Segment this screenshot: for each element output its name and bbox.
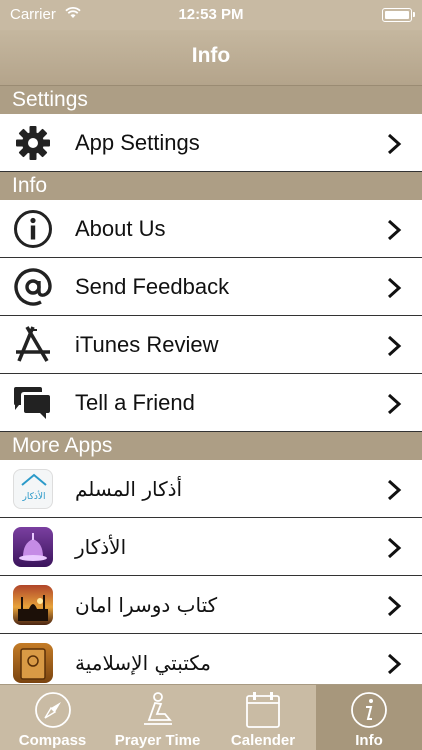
chat-bubbles-icon bbox=[13, 383, 53, 423]
row-label: About Us bbox=[75, 216, 166, 241]
app-store-icon bbox=[13, 325, 53, 365]
tab-compass[interactable]: Compass bbox=[0, 685, 105, 750]
chevron-right-icon bbox=[387, 653, 402, 675]
app-icon-text: الأذكار bbox=[21, 490, 45, 502]
prayer-icon bbox=[143, 692, 172, 725]
row-label: أذكار المسلم bbox=[75, 477, 183, 501]
chevron-right-icon bbox=[387, 133, 402, 155]
navigation-bar: Info bbox=[0, 30, 422, 86]
row-label: مكتبتي الإسلامية bbox=[75, 651, 212, 675]
islamic-library-app-icon bbox=[13, 643, 53, 683]
row-label: iTunes Review bbox=[75, 332, 219, 357]
info-icon bbox=[351, 692, 387, 728]
chevron-right-icon bbox=[387, 393, 402, 415]
section-header-settings: Settings bbox=[0, 86, 422, 114]
chevron-right-icon bbox=[387, 219, 402, 241]
row-label: كتاب دوسرا امان bbox=[75, 593, 218, 617]
tab-info[interactable]: Info bbox=[316, 685, 422, 750]
gear-icon bbox=[13, 123, 53, 163]
section-header-info: Info bbox=[0, 172, 422, 200]
row-about-us[interactable]: About Us bbox=[0, 200, 422, 258]
info-icon bbox=[13, 209, 53, 249]
page-title: Info bbox=[191, 44, 231, 67]
tab-calender[interactable]: Calender bbox=[210, 685, 316, 750]
status-bar: Carrier 12:53 PM bbox=[0, 0, 422, 30]
clock: 12:53 PM bbox=[178, 6, 244, 23]
settings-list[interactable]: Settings App Settings Info About Us Send… bbox=[0, 86, 422, 684]
tab-label: Compass bbox=[18, 732, 87, 749]
row-app-islamic-library[interactable]: مكتبتي الإسلامية bbox=[0, 634, 422, 684]
tab-label: Info bbox=[355, 732, 383, 749]
compass-icon bbox=[34, 692, 71, 728]
at-sign-icon bbox=[13, 267, 53, 307]
battery-icon bbox=[382, 8, 415, 22]
row-itunes-review[interactable]: iTunes Review bbox=[0, 316, 422, 374]
row-app-azkar[interactable]: الأذكار bbox=[0, 518, 422, 576]
row-label: Send Feedback bbox=[75, 274, 230, 299]
tab-label: Calender bbox=[230, 732, 296, 749]
section-header-more-apps: More Apps bbox=[0, 432, 422, 460]
azkar-muslim-app-icon: الأذكار bbox=[13, 469, 53, 509]
tab-label: Prayer Time bbox=[114, 732, 201, 749]
row-app-book[interactable]: كتاب دوسرا امان bbox=[0, 576, 422, 634]
chevron-right-icon bbox=[387, 595, 402, 617]
row-send-feedback[interactable]: Send Feedback bbox=[0, 258, 422, 316]
row-label: الأذكار bbox=[75, 535, 127, 559]
chevron-right-icon bbox=[387, 335, 402, 357]
book-app-icon bbox=[13, 585, 53, 625]
row-label: Tell a Friend bbox=[75, 390, 195, 415]
azkar-app-icon bbox=[13, 527, 53, 567]
row-app-azkar-muslim[interactable]: الأذكار أذكار المسلم bbox=[0, 460, 422, 518]
tab-prayer-time[interactable]: Prayer Time bbox=[105, 685, 210, 750]
calendar-icon bbox=[246, 692, 280, 728]
chevron-right-icon bbox=[387, 537, 402, 559]
row-label: App Settings bbox=[75, 130, 200, 155]
chevron-right-icon bbox=[387, 479, 402, 501]
tab-bar: Compass Prayer Time Calender Info bbox=[0, 684, 422, 750]
chevron-right-icon bbox=[387, 277, 402, 299]
row-tell-a-friend[interactable]: Tell a Friend bbox=[0, 374, 422, 432]
row-app-settings[interactable]: App Settings bbox=[0, 114, 422, 172]
